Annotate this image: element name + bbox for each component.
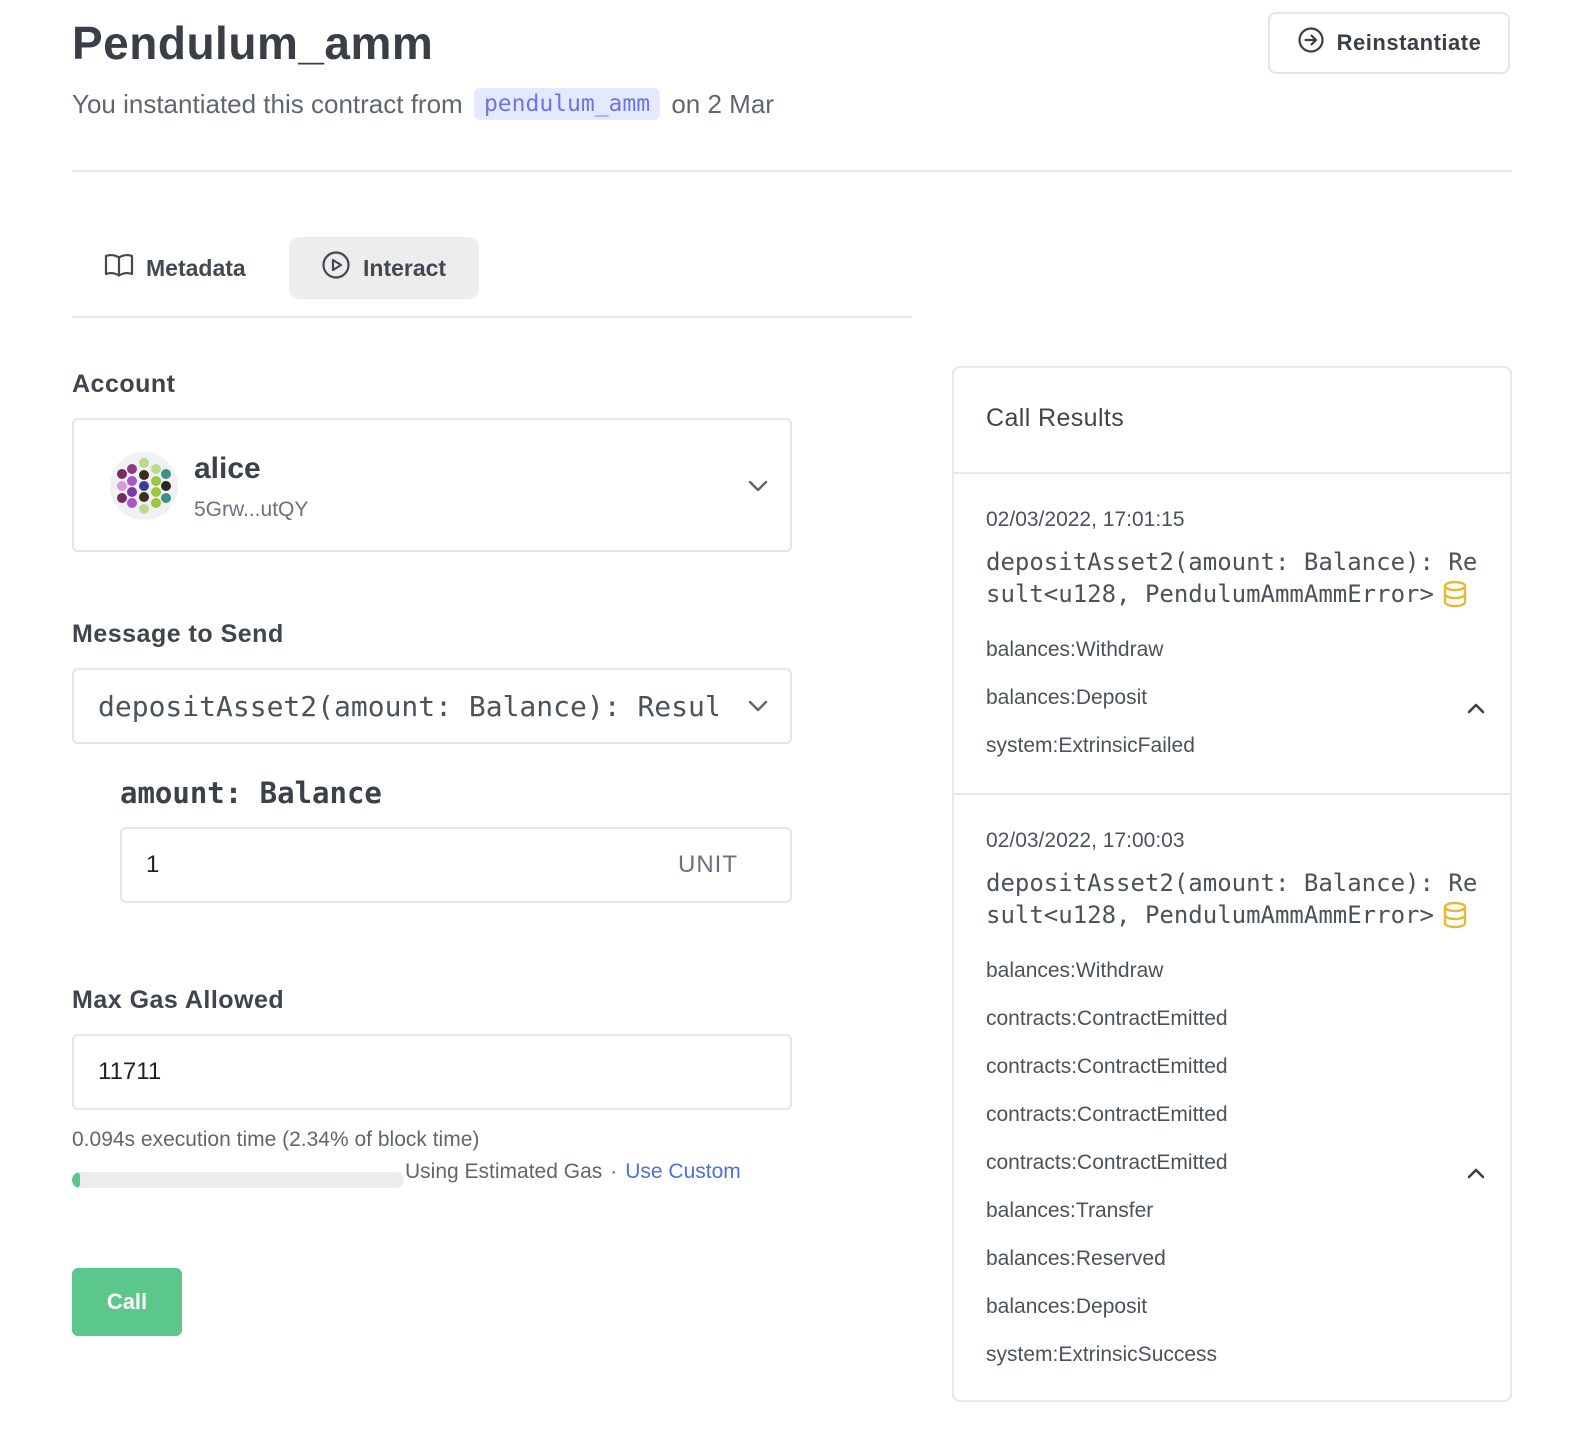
tab-interact[interactable]: Interact [289,237,479,299]
amount-value: 1 [146,851,160,878]
reinstantiate-button[interactable]: Reinstantiate [1268,12,1510,74]
page-title: Pendulum_amm [72,17,434,69]
result-events: balances:Withdraw balances:Deposit syste… [986,626,1486,770]
message-label: Message to Send [72,620,284,648]
tab-metadata[interactable]: Metadata [90,237,270,299]
tab-interact-label: Interact [363,254,447,281]
call-results-panel: Call Results 02/03/2022, 17:01:15 deposi… [952,366,1512,1402]
arrow-circle-right-icon [1297,26,1325,60]
result-event: balances:Transfer [986,1199,1154,1222]
play-circle-icon [321,250,351,286]
result-signature: depositAsset2(amount: Balance): Result<u… [986,867,1478,937]
book-icon [104,252,134,284]
account-address: 5Grw...utQY [194,498,309,521]
result-event: balances:Reserved [986,1247,1166,1270]
subtitle-suffix: on 2 Mar [671,89,774,119]
call-results-title: Call Results [986,404,1125,432]
reinstantiate-label: Reinstantiate [1336,30,1482,55]
account-select[interactable]: alice 5Grw...utQY [72,418,792,552]
tabbar-divider [72,316,912,318]
result-event: system:ExtrinsicSuccess [986,1343,1218,1366]
gas-mode-label: Using Estimated Gas [405,1160,603,1183]
chevron-down-icon [746,694,770,723]
argument-label: amount: Balance [120,776,382,810]
amount-unit: UNIT [678,851,738,878]
result-event: system:ExtrinsicFailed [986,734,1195,757]
database-icon [1442,901,1468,937]
subtitle-prefix: You instantiated this contract from [72,89,463,119]
account-name: alice [194,452,261,485]
gas-progress-bar [72,1172,404,1188]
result-events: balances:Withdraw contracts:ContractEmit… [986,947,1486,1379]
message-select[interactable]: depositAsset2(amount: Balance): Result<u… [72,668,792,744]
call-result-entry: 02/03/2022, 17:01:15 depositAsset2(amoun… [986,508,1486,770]
header-divider [72,170,1512,172]
account-label: Account [72,370,176,398]
result-event: balances:Deposit [986,1295,1148,1318]
avatar [110,452,178,520]
result-event: contracts:ContractEmitted [986,1103,1228,1126]
message-value: depositAsset2(amount: Balance): Result<u… [98,690,718,723]
use-custom-link[interactable]: Use Custom [625,1160,741,1183]
execution-time: 0.094s execution time (2.34% of block ti… [72,1128,480,1151]
result-event: balances:Withdraw [986,959,1164,982]
results-divider [954,472,1510,474]
max-gas-value: 11711 [98,1058,162,1085]
call-result-entry: 02/03/2022, 17:00:03 depositAsset2(amoun… [986,829,1486,1379]
result-timestamp: 02/03/2022, 17:01:15 [986,508,1185,531]
results-divider [954,793,1510,795]
tab-metadata-label: Metadata [146,254,246,281]
gas-mode-separator: · [610,1160,618,1183]
contract-subtitle: You instantiated this contract from pend… [72,88,774,120]
result-event: contracts:ContractEmitted [986,1151,1228,1174]
result-signature-text: depositAsset2(amount: Balance): Result<u… [986,869,1478,929]
amount-input[interactable]: 1 UNIT [120,827,792,903]
max-gas-label: Max Gas Allowed [72,986,285,1014]
result-timestamp: 02/03/2022, 17:00:03 [986,829,1185,852]
gas-mode: Using Estimated Gas · Use Custom [405,1160,741,1184]
code-hash-chip[interactable]: pendulum_amm [473,88,661,120]
result-signature: depositAsset2(amount: Balance): Result<u… [986,546,1478,616]
result-event-row[interactable]: contracts:ContractEmitted [986,1139,1486,1187]
call-button[interactable]: Call [72,1268,182,1336]
max-gas-input[interactable]: 11711 [72,1034,792,1110]
gas-progress-fill [72,1172,80,1188]
result-event: balances:Withdraw [986,638,1164,661]
result-event: contracts:ContractEmitted [986,1007,1228,1030]
result-event: balances:Deposit [986,686,1148,709]
chevron-down-icon [746,474,770,503]
result-signature-text: depositAsset2(amount: Balance): Result<u… [986,548,1478,608]
result-event: contracts:ContractEmitted [986,1055,1228,1078]
result-event-row[interactable]: balances:Deposit [986,674,1486,722]
database-icon [1442,580,1468,616]
